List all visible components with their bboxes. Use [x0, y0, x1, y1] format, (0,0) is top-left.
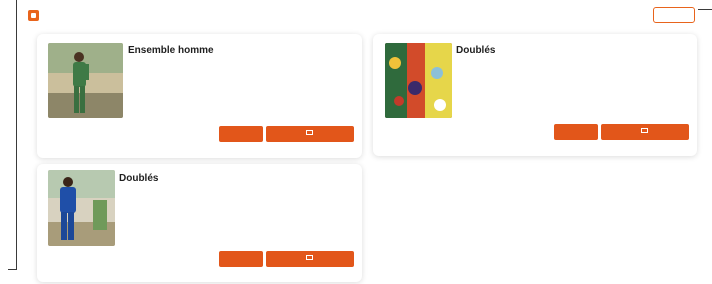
cart-icon	[305, 255, 313, 260]
store-logo-icon[interactable]	[28, 10, 39, 21]
product-title: Doublés	[456, 45, 496, 56]
man-green-outfit-image	[48, 43, 123, 118]
product-photo[interactable]	[48, 43, 123, 118]
top-bar	[17, 0, 712, 30]
product-card: Doublés	[37, 164, 362, 282]
product-card: Ensemble homme	[37, 34, 362, 158]
product-photo[interactable]	[48, 170, 115, 246]
product-title: Doublés	[119, 173, 159, 184]
add-to-cart-button[interactable]	[266, 126, 354, 142]
header-button[interactable]	[653, 7, 695, 23]
window-border	[16, 0, 17, 270]
cart-icon	[640, 128, 648, 133]
add-to-cart-button[interactable]	[601, 124, 689, 140]
details-button[interactable]	[219, 251, 263, 267]
details-button[interactable]	[219, 126, 263, 142]
window-border-tick	[8, 269, 17, 270]
patterned-fabric-image	[385, 43, 452, 118]
details-button[interactable]	[554, 124, 598, 140]
page: Ensemble homme Doublés Doublés	[0, 0, 712, 284]
product-photo[interactable]	[385, 43, 452, 118]
product-card: Doublés	[373, 34, 697, 156]
man-blue-outfit-image	[48, 170, 115, 246]
add-to-cart-button[interactable]	[266, 251, 354, 267]
product-title: Ensemble homme	[128, 45, 214, 56]
cart-icon	[305, 130, 313, 135]
